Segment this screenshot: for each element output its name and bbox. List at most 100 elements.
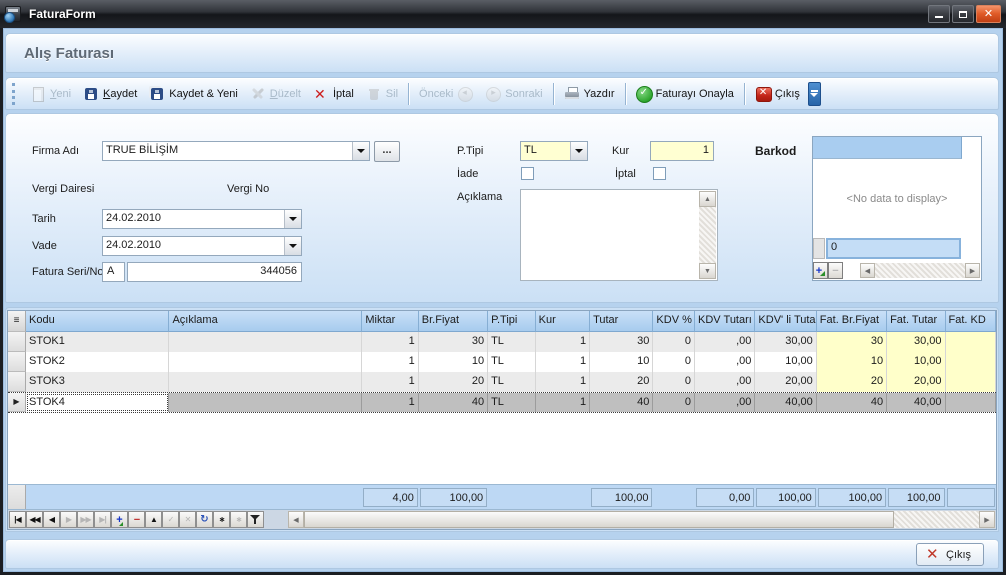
grid-cell[interactable]: 10,00	[755, 352, 816, 372]
scroll-right-icon[interactable]: ▶	[965, 263, 980, 278]
chevron-down-icon[interactable]	[570, 142, 587, 160]
column-header-kdv-[interactable]: KDV %	[653, 311, 695, 332]
barkod-value-cell[interactable]: 0	[826, 238, 961, 259]
grid-cell[interactable]: STOK3	[26, 372, 169, 392]
column-header-p-tipi[interactable]: P.Tipi	[488, 311, 536, 332]
scroll-left-icon[interactable]: ◀	[860, 263, 875, 278]
column-header-br-fiyat[interactable]: Br.Fiyat	[419, 311, 488, 332]
grid-cell[interactable]: 40	[590, 393, 653, 412]
grid-cell[interactable]: STOK1	[26, 332, 169, 352]
grid-cell[interactable]: 1	[536, 352, 590, 372]
duzelt-button[interactable]: Düzelt	[244, 83, 307, 105]
grid-cell[interactable]: 10	[817, 352, 887, 372]
cikis-button[interactable]: Çıkış	[916, 543, 984, 566]
grid-cell[interactable]: 1	[536, 393, 590, 412]
chevron-down-icon[interactable]	[352, 142, 369, 160]
grid-cell[interactable]: 30	[419, 332, 488, 352]
navigator-prev-button[interactable]: ◀	[43, 511, 60, 528]
sonraki-button[interactable]: Sonraki	[479, 83, 548, 105]
grid-cell[interactable]: 20	[590, 372, 653, 392]
grid-cell[interactable]	[169, 393, 362, 412]
grid-cell[interactable]: 20	[817, 372, 887, 392]
navigator-insert-button[interactable]: +	[111, 511, 128, 528]
table-row[interactable]: ▶STOK4140TL1400,0040,004040,00	[8, 392, 996, 413]
chevron-down-icon[interactable]	[284, 237, 301, 255]
aciklama-textarea[interactable]: ▲ ▼	[520, 189, 718, 281]
grid-cell[interactable]: 0	[653, 372, 695, 392]
barkod-insert-button[interactable]: +	[813, 262, 828, 279]
navigator-cancel-button[interactable]: ✕	[179, 511, 196, 528]
grid-horizontal-scrollbar[interactable]: ◀▶	[288, 511, 995, 528]
grid-cell[interactable]: 1	[362, 372, 418, 392]
column-header-kur[interactable]: Kur	[536, 311, 590, 332]
grid-cell[interactable]: TL	[488, 393, 536, 412]
kur-input[interactable]: 1	[650, 141, 714, 161]
navigator-next-page-button[interactable]: ▶▶	[77, 511, 94, 528]
barkod-horizontal-scrollbar[interactable]: ◀ ▶	[860, 263, 980, 278]
faturayi-onayla-button[interactable]: Faturayı Onayla	[630, 83, 740, 105]
column-header-a-klama[interactable]: Açıklama	[169, 311, 362, 332]
grid-cell[interactable]: 10	[419, 352, 488, 372]
column-header-miktar[interactable]: Miktar	[362, 311, 418, 332]
grid-cell[interactable]	[169, 332, 362, 352]
grid-cell[interactable]	[946, 372, 997, 392]
scroll-down-icon[interactable]: ▼	[699, 263, 716, 279]
navigator-refresh-button[interactable]: ↻	[196, 511, 213, 528]
table-row[interactable]: STOK1130TL1300,0030,003030,00	[8, 332, 996, 352]
navigator-next-button[interactable]: ▶	[60, 511, 77, 528]
navigator-delete-button[interactable]: −	[128, 511, 145, 528]
close-button[interactable]: ✕	[976, 5, 1001, 23]
grid-cell[interactable]: TL	[488, 372, 536, 392]
iptal-checkbox[interactable]	[653, 167, 666, 180]
column-header-tutar[interactable]: Tutar	[590, 311, 653, 332]
grid-cell[interactable]: 10	[590, 352, 653, 372]
firma-adi-combobox[interactable]: TRUE BİLİŞİM	[102, 141, 370, 161]
grid-cell[interactable]	[169, 352, 362, 372]
vade-datepicker[interactable]: 24.02.2010	[102, 236, 302, 256]
vertical-scrollbar[interactable]: ▲ ▼	[699, 191, 716, 279]
scroll-right-icon[interactable]: ▶	[979, 511, 995, 528]
navigator-edit-button[interactable]: ▲	[145, 511, 162, 528]
grid-cell[interactable]: 0	[653, 332, 695, 352]
navigator-first-button[interactable]: |◀	[9, 511, 26, 528]
column-header-fat-tutar[interactable]: Fat. Tutar	[887, 311, 945, 332]
grid-cell[interactable]: ,00	[695, 372, 755, 392]
kaydet-yeni-button[interactable]: Kaydet & Yeni	[143, 83, 244, 105]
grid-cell[interactable]: 20,00	[887, 372, 945, 392]
grid-cell[interactable]: 1	[536, 332, 590, 352]
table-row[interactable]: STOK3120TL1200,0020,002020,00	[8, 372, 996, 392]
grid-cell[interactable]: STOK4	[26, 393, 169, 412]
tarih-datepicker[interactable]: 24.02.2010	[102, 209, 302, 229]
toolbar-drag-grip[interactable]	[12, 83, 19, 105]
column-header-fat-kd[interactable]: Fat. KD	[946, 311, 997, 332]
navigator-prev-page-button[interactable]: ◀◀	[26, 511, 43, 528]
grid-cell[interactable]	[169, 372, 362, 392]
grid-cell[interactable]: 0	[653, 393, 695, 412]
navigator-bookmark-button[interactable]: ∗	[213, 511, 230, 528]
kaydet-button[interactable]: Kaydet	[77, 83, 143, 105]
iptal-button[interactable]: İptal	[307, 83, 360, 105]
grid-cell[interactable]: ,00	[695, 332, 755, 352]
minimize-button[interactable]	[928, 5, 950, 23]
grid-cell[interactable]: ,00	[695, 352, 755, 372]
column-header-fat-br-fiyat[interactable]: Fat. Br.Fiyat	[817, 311, 887, 332]
yazdir-button[interactable]: Yazdır	[558, 83, 621, 105]
navigator-last-button[interactable]: ▶|	[94, 511, 111, 528]
navigator-goto-bookmark-button[interactable]: ∗	[230, 511, 247, 528]
grid-cell[interactable]	[946, 393, 997, 412]
maximize-button[interactable]	[952, 5, 974, 23]
grid-cell[interactable]: 30,00	[755, 332, 816, 352]
grid-cell[interactable]: 20,00	[755, 372, 816, 392]
fatura-seri-input[interactable]: A	[102, 262, 125, 282]
chevron-down-icon[interactable]	[284, 210, 301, 228]
toolbar-overflow-button[interactable]	[808, 82, 821, 106]
grid-cell[interactable]: 10,00	[887, 352, 945, 372]
column-header-kodu[interactable]: Kodu	[26, 311, 169, 332]
grid-cell[interactable]: 40,00	[887, 393, 945, 412]
grid-cell[interactable]: 1	[362, 393, 418, 412]
barkod-column-header[interactable]	[813, 137, 962, 159]
firma-browse-button[interactable]: ...	[374, 141, 400, 162]
scrollbar-thumb[interactable]	[304, 511, 894, 528]
grid-cell[interactable]: 20	[419, 372, 488, 392]
grid-cell[interactable]: 30	[817, 332, 887, 352]
